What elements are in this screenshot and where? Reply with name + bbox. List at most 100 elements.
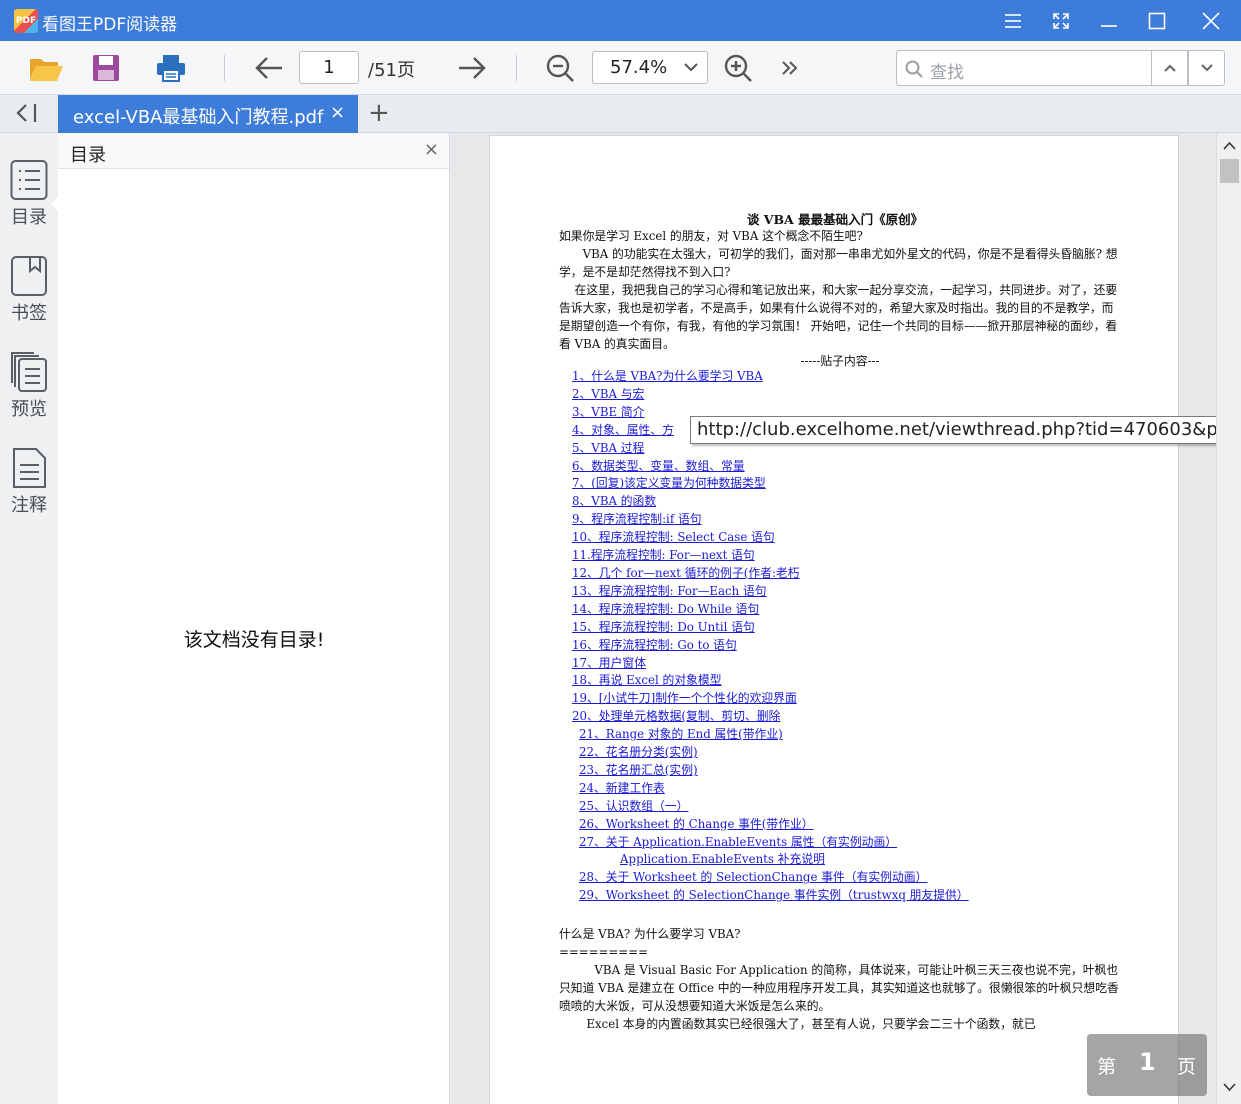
toc-link[interactable]: 22、花名册分类(实例)	[579, 744, 969, 762]
rail-label: 预览	[11, 399, 47, 420]
toc-panel: 目录 × 该文档没有目录!	[58, 133, 450, 1104]
toc-link[interactable]: 18、再说 Excel 的对象模型	[572, 672, 969, 690]
more-tools-button[interactable]	[769, 49, 809, 87]
toc-link[interactable]: 25、认识数组（一）	[579, 798, 969, 816]
rail-label: 目录	[11, 207, 47, 228]
chevron-down-icon	[684, 63, 698, 72]
app-title: 看图王PDF阅读器	[42, 15, 178, 35]
new-tab-button[interactable]: +	[368, 98, 390, 128]
document-title: 谈 VBA 最最基础入门《原创》	[746, 212, 924, 227]
rail-label: 注释	[11, 495, 47, 516]
page-indicator-badge: 第 1 页	[1087, 1034, 1207, 1096]
print-button[interactable]	[151, 49, 191, 87]
link-tooltip: http://club.excelhome.net/viewthread.php…	[690, 416, 1241, 444]
close-icon	[1202, 11, 1220, 30]
toc-link[interactable]: 21、Range 对象的 End 属性(带作业)	[579, 726, 969, 744]
scrollbar-thumb[interactable]	[1220, 159, 1239, 183]
rail-item-toc[interactable]: 目录	[0, 159, 60, 249]
toc-link[interactable]: 24、新建工作表	[579, 780, 969, 798]
rail-item-preview[interactable]: 预览	[0, 351, 58, 441]
open-file-button[interactable]	[26, 49, 66, 87]
toc-link[interactable]: 6、数据类型、变量、数组、常量	[572, 458, 969, 476]
zoom-out-button[interactable]	[540, 49, 580, 87]
toc-link[interactable]: 27、关于 Application.EnableEvents 属性（有实例动画）	[579, 834, 969, 852]
arrow-right-icon	[459, 57, 486, 79]
section-heading: 什么是 VBA? 为什么要学习 VBA?	[559, 927, 741, 941]
toc-link[interactable]: 7、(回复)该定义变量为何种数据类型	[572, 475, 969, 493]
toolbar: 1 /51页 57.4% 查找	[0, 41, 1241, 95]
toc-link[interactable]: 19、[小试牛刀]制作一个个性化的欢迎界面	[572, 690, 969, 708]
minimize-icon	[1101, 24, 1117, 27]
zoom-value: 57.4%	[610, 57, 668, 78]
toc-link[interactable]: Application.EnableEvents 补充说明	[620, 851, 969, 869]
toolbar-divider	[516, 55, 517, 81]
toc-link[interactable]: 9、程序流程控制:if 语句	[572, 511, 969, 529]
fullscreen-button[interactable]	[1038, 0, 1084, 41]
intro-paragraph: VBA 的功能实在太强大，可初学的我们，面对那一串串尤如外星文的代码，你是不是看…	[559, 247, 1118, 279]
hamburger-icon	[1005, 13, 1021, 28]
chevron-down-icon	[1200, 64, 1213, 72]
page-number-input[interactable]: 1	[299, 51, 359, 84]
scroll-up-icon[interactable]	[1223, 141, 1236, 150]
printer-icon	[157, 55, 185, 82]
rail-item-bookmarks[interactable]: 书签	[0, 255, 58, 345]
toc-link[interactable]: 10、程序流程控制: Select Case 语句	[572, 529, 969, 547]
panel-header: 目录 ×	[58, 133, 449, 169]
toc-link[interactable]: 12、几个 for—next 循环的例子(作者:老朽	[572, 565, 969, 583]
toc-link[interactable]: 26、Worksheet 的 Change 事件(带作业）	[579, 816, 969, 834]
toc-link[interactable]: 29、Worksheet 的 SelectionChange 事件实例（trus…	[579, 887, 969, 905]
menu-button[interactable]	[990, 0, 1036, 41]
tab-label: excel-VBA最基础入门教程.pdf	[73, 107, 324, 128]
arrow-left-icon	[255, 57, 282, 79]
save-icon	[93, 55, 119, 81]
search-next-button[interactable]	[1188, 50, 1225, 86]
expand-icon	[1053, 12, 1069, 29]
toc-link[interactable]: 13、程序流程控制: For—Each 语句	[572, 583, 969, 601]
toc-link[interactable]: 15、程序流程控制: Do Until 语句	[572, 619, 969, 637]
collapse-left-icon	[16, 104, 37, 122]
search-input[interactable]: 查找	[896, 50, 1152, 86]
toc-link[interactable]: 16、程序流程控制: Go to 语句	[572, 637, 969, 655]
zoom-in-button[interactable]	[718, 49, 758, 87]
collapse-sidebar-button[interactable]	[14, 102, 40, 128]
rail-label: 书签	[11, 303, 47, 324]
intro-paragraph: 如果你是学习 Excel 的朋友，对 VBA 这个概念不陌生吧?	[559, 229, 863, 243]
document-viewer[interactable]: 谈 VBA 最最基础入门《原创》 如果你是学习 Excel 的朋友，对 VBA …	[451, 133, 1216, 1104]
list-icon	[10, 160, 48, 200]
maximize-button[interactable]	[1134, 0, 1180, 41]
vertical-scrollbar[interactable]	[1216, 133, 1241, 1104]
toc-link[interactable]: 2、VBA 与宏	[572, 386, 969, 404]
panel-empty-message: 该文档没有目录!	[183, 629, 325, 651]
minimize-button[interactable]	[1086, 0, 1132, 41]
next-page-button[interactable]	[452, 49, 492, 87]
search-previous-button[interactable]	[1151, 50, 1188, 86]
bookmark-icon	[11, 256, 47, 296]
zoom-select[interactable]: 57.4%	[592, 51, 708, 84]
maximize-icon	[1148, 12, 1166, 29]
toc-link[interactable]: 8、VBA 的函数	[572, 493, 969, 511]
toc-link[interactable]: 1、什么是 VBA?为什么要学习 VBA	[572, 368, 969, 386]
scroll-down-icon[interactable]	[1223, 1083, 1236, 1092]
zoom-in-icon	[724, 54, 752, 82]
rail-item-annotations[interactable]: 注释	[0, 447, 58, 537]
tab-close-button[interactable]: ×	[330, 102, 345, 123]
badge-suffix: 页	[1177, 1056, 1197, 1078]
toc-link[interactable]: 23、花名册汇总(实例)	[579, 762, 969, 780]
toc-link[interactable]: 11.程序流程控制: For—next 语句	[572, 547, 969, 565]
close-window-button[interactable]	[1188, 0, 1234, 41]
content-separator: -----贴子内容---	[800, 354, 880, 368]
preview-icon	[11, 352, 47, 392]
side-rail: 目录 书签 预览 注释	[0, 133, 60, 1104]
toc-link[interactable]: 17、用户窗体	[572, 655, 969, 673]
previous-page-button[interactable]	[249, 49, 289, 87]
panel-close-button[interactable]: ×	[424, 139, 439, 160]
tab-document[interactable]: excel-VBA最基础入门教程.pdf ×	[58, 95, 358, 133]
toc-link[interactable]: 28、关于 Worksheet 的 SelectionChange 事件（有实例…	[579, 869, 969, 887]
double-chevron-right-icon	[782, 61, 798, 75]
toc-link[interactable]: 20、处理单元格数据(复制、剪切、删除	[572, 708, 969, 726]
badge-prefix: 第	[1097, 1056, 1117, 1078]
search-placeholder: 查找	[930, 63, 964, 83]
page-total-label: /51页	[368, 60, 415, 81]
toc-link[interactable]: 14、程序流程控制: Do While 语句	[572, 601, 969, 619]
save-button[interactable]	[86, 49, 126, 87]
